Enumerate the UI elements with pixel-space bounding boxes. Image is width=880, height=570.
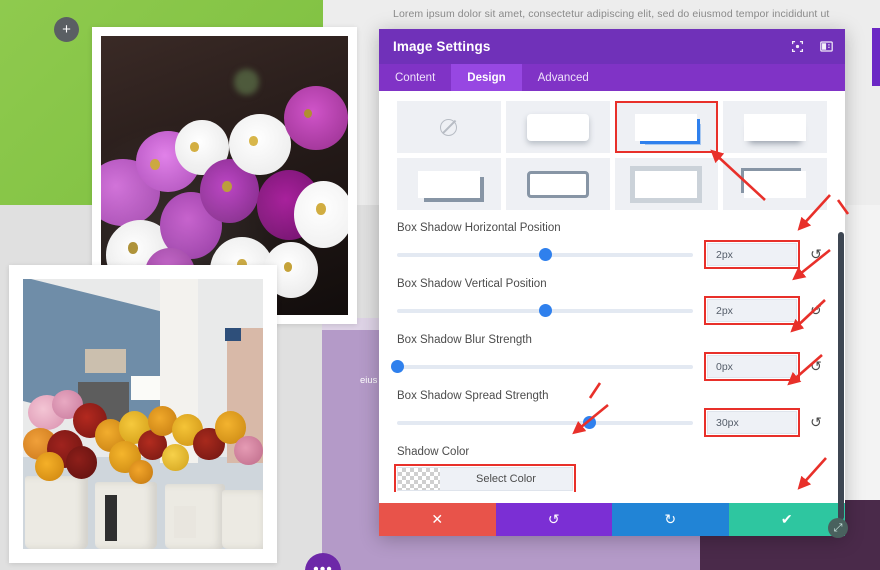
field-label: Box Shadow Vertical Position — [397, 278, 547, 290]
shadow-preset-blue-offset[interactable] — [614, 101, 719, 153]
field-box-shadow-vertical-position: Box Shadow Vertical Position 2px ↺ — [397, 278, 827, 325]
shadow-preset-top-left[interactable] — [723, 158, 827, 210]
discard-button[interactable]: ✕ — [379, 503, 496, 536]
select-color-button[interactable]: Select Color — [394, 464, 576, 492]
modal-body: Box Shadow Horizontal Position 2px ↺ Box… — [379, 91, 845, 492]
shadow-preset-none[interactable] — [397, 101, 501, 153]
shadow-preset-hard-offset[interactable] — [397, 158, 501, 210]
modal-tabs: Content Design Advanced — [379, 64, 845, 91]
focus-target-icon[interactable] — [791, 40, 804, 53]
undo-button[interactable]: ↺ — [495, 503, 612, 536]
vertical-position-input[interactable]: 2px — [704, 296, 800, 325]
field-box-shadow-horizontal-position: Box Shadow Horizontal Position 2px ↺ — [397, 222, 827, 269]
panel-layout-icon[interactable] — [820, 40, 833, 53]
field-label: Box Shadow Spread Strength — [397, 390, 549, 402]
tab-advanced[interactable]: Advanced — [522, 64, 605, 91]
tab-content[interactable]: Content — [379, 64, 451, 91]
vertical-position-slider[interactable] — [397, 304, 693, 317]
redo-button[interactable]: ↻ — [612, 503, 729, 536]
shadow-preset-glow[interactable] — [614, 158, 719, 210]
reset-icon[interactable]: ↺ — [805, 246, 827, 263]
shadow-preset-outline[interactable] — [505, 158, 610, 210]
horizontal-position-input[interactable]: 2px — [704, 240, 800, 269]
color-swatch-transparent — [398, 468, 440, 490]
shadow-preset-soft-drop[interactable] — [505, 101, 610, 153]
field-label: Box Shadow Blur Strength — [397, 334, 532, 346]
blur-strength-input[interactable]: 0px — [704, 352, 800, 381]
page-right-accent-bar — [872, 28, 880, 86]
screenshot-root: Lorem ipsum dolor sit amet, consectetur … — [0, 0, 880, 570]
blur-strength-slider[interactable] — [390, 360, 693, 373]
add-module-button[interactable]: + — [54, 17, 79, 42]
modal-scrollbar[interactable] — [838, 232, 844, 520]
tab-design[interactable]: Design — [451, 64, 522, 91]
photo-flower-market — [23, 279, 263, 549]
horizontal-position-slider[interactable] — [397, 248, 693, 261]
modal-action-bar: ✕ ↺ ↻ ✔ — [379, 503, 845, 536]
modal-header: Image Settings — [379, 29, 845, 64]
reset-icon[interactable]: ↺ — [805, 302, 827, 319]
resize-handle-icon[interactable]: ⤢ — [828, 518, 848, 538]
image-card-flower-market[interactable] — [9, 265, 277, 563]
no-shadow-icon — [440, 118, 458, 136]
field-label: Shadow Color — [397, 446, 470, 458]
field-label: Box Shadow Horizontal Position — [397, 222, 561, 234]
image-settings-modal: Image Settings Content Design Advanced B… — [379, 29, 845, 536]
reset-icon[interactable]: ↺ — [805, 414, 827, 431]
field-shadow-color: Shadow Color Select Color — [394, 446, 827, 492]
field-box-shadow-blur-strength: Box Shadow Blur Strength 0px ↺ — [390, 334, 827, 381]
reset-icon[interactable]: ↺ — [805, 358, 827, 375]
spread-strength-slider[interactable] — [397, 416, 693, 429]
modal-title: Image Settings — [393, 39, 491, 54]
select-color-label: Select Color — [476, 473, 536, 485]
shadow-preset-grid — [397, 101, 827, 210]
page-lorem-text-top: Lorem ipsum dolor sit amet, consectetur … — [393, 8, 830, 20]
spread-strength-input[interactable]: 30px — [704, 408, 800, 437]
shadow-preset-bottom-blur[interactable] — [723, 101, 827, 153]
field-box-shadow-spread-strength: Box Shadow Spread Strength 30px ↺ — [397, 390, 827, 437]
modal-header-icons — [791, 29, 833, 64]
